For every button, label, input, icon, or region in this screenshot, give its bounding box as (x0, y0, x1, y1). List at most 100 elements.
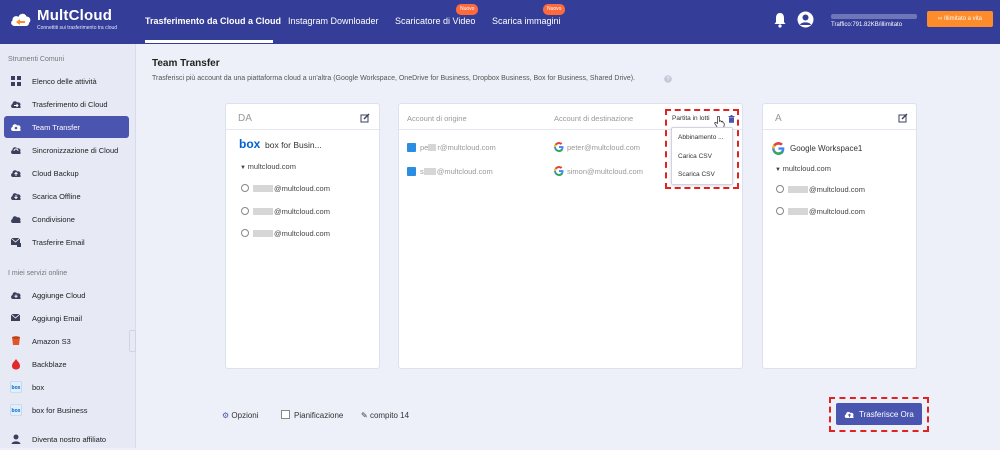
caret-down-icon: ▼ (240, 165, 248, 171)
redacted-text (428, 144, 437, 151)
svg-text:box: box (12, 385, 21, 391)
backblaze-icon (12, 359, 20, 370)
tab-image-downloader[interactable]: Scarica immagini (492, 16, 561, 26)
source-account[interactable]: @multcloud.com (253, 207, 330, 216)
sidebar-item-amazon-s3[interactable]: Amazon S3 (4, 330, 129, 352)
app-name: MultCloud (37, 7, 113, 24)
account-radio[interactable] (241, 184, 249, 192)
redacted-text (423, 168, 436, 175)
help-icon[interactable]: ? (664, 75, 672, 83)
sidebar-item-label: Aggiungi Email (32, 314, 83, 323)
destination-domain[interactable]: ▼ multcloud.com (775, 164, 831, 173)
account-radio[interactable] (241, 229, 249, 237)
account-radio[interactable] (241, 207, 249, 215)
google-icon (554, 142, 564, 152)
affiliate-icon (11, 434, 21, 444)
transfer-now-button[interactable]: Trasferisce Ora (836, 403, 922, 425)
destination-account[interactable]: @multcloud.com (788, 207, 865, 216)
destination-panel: A Google Workspace1 ▼ multcloud.com @mul… (762, 103, 917, 369)
sidebar-item-cloud-backup[interactable]: Cloud Backup (4, 162, 129, 184)
box-logo: box (239, 137, 261, 151)
menu-item-download-csv[interactable]: Scarica CSV (678, 171, 715, 178)
tab-instagram-downloader[interactable]: Instagram Downloader (288, 16, 379, 26)
page-description: Trasferisci più account da una piattafor… (152, 75, 636, 82)
sidebar-item-label: Scarica Offline (32, 192, 81, 201)
sidebar-section-my-services: I miei servizi online (8, 270, 68, 277)
sidebar-item-email-transfer[interactable]: Trasferire Email (4, 231, 129, 253)
traffic-usage-bar (831, 14, 917, 19)
sidebar-item-offline-download[interactable]: Scarica Offline (4, 185, 129, 207)
schedule-label[interactable]: Pianificazione (294, 411, 343, 420)
edit-icon[interactable] (360, 113, 370, 123)
box-business-icon: box (10, 404, 22, 416)
menu-item-matching[interactable]: Abbinamento ... (678, 134, 724, 141)
batch-dropdown-toggle[interactable]: Partita in lotti (672, 115, 710, 122)
source-service-name[interactable]: box for Busin... (265, 140, 322, 150)
email-transfer-icon (10, 237, 21, 247)
trash-icon[interactable] (728, 115, 735, 123)
source-panel: DA box box for Busin... ▼ multcloud.com … (225, 103, 380, 369)
sidebar-item-affiliate[interactable]: Diventa nostro affiliato (4, 428, 129, 450)
edit-icon[interactable] (898, 113, 908, 123)
top-bar: MultCloud Connettiti sui trasferimento t… (0, 0, 1000, 44)
grid-icon (11, 76, 21, 86)
cloud-upload-icon (844, 411, 854, 418)
account-radio[interactable] (776, 185, 784, 193)
upgrade-button[interactable]: ∞ Illimitato a vita (927, 11, 993, 27)
sidebar-item-label: Backblaze (32, 360, 67, 369)
sidebar-section-common-tools: Strumenti Comuni (8, 56, 65, 63)
source-domain-label: multcloud.com (247, 162, 296, 171)
account-radio[interactable] (776, 207, 784, 215)
user-avatar-icon[interactable] (797, 11, 814, 28)
tab-video-downloader[interactable]: Scaricatore di Video (395, 16, 475, 26)
sidebar-item-add-email[interactable]: Aggiungi Email (4, 307, 129, 329)
sidebar-item-label: Amazon S3 (32, 337, 71, 346)
cloud-backup-icon (11, 170, 21, 177)
sidebar-collapse-handle[interactable] (129, 330, 136, 352)
sidebar-item-label: Trasferire Email (32, 238, 85, 247)
column-source-account: Account di origine (407, 114, 467, 123)
google-icon (772, 142, 785, 155)
bell-icon[interactable] (773, 12, 787, 28)
sidebar-item-label: Cloud Backup (32, 169, 79, 178)
box-icon: box (10, 381, 22, 393)
sidebar-item-team-transfer[interactable]: Team Transfer (4, 116, 129, 138)
sidebar-item-box-for-business[interactable]: box box for Business (4, 399, 129, 421)
svg-text:box: box (12, 408, 21, 414)
tab-cloud-to-cloud-transfer[interactable]: Trasferimento da Cloud a Cloud (145, 16, 281, 26)
multcloud-logo-icon (11, 13, 31, 26)
redacted-text (253, 185, 273, 192)
sidebar-item-label: Trasferimento di Cloud (32, 100, 108, 109)
sidebar-item-add-cloud[interactable]: Aggiunge Cloud (4, 284, 129, 306)
schedule-checkbox[interactable] (281, 410, 290, 419)
sidebar-item-label: Diventa nostro affiliato (32, 435, 107, 444)
sidebar-item-cloud-transfer[interactable]: Trasferimento di Cloud (4, 93, 129, 115)
cloud-transfer-icon (11, 101, 21, 108)
sidebar-item-cloud-sync[interactable]: Sincronizzazione di Cloud (4, 139, 129, 161)
source-domain[interactable]: ▼ multcloud.com (240, 162, 296, 171)
source-account[interactable]: @multcloud.com (253, 184, 330, 193)
sidebar-item-sharing[interactable]: Condivisione (4, 208, 129, 230)
sidebar-item-label: Elenco delle attività (32, 77, 97, 86)
sidebar-item-backblaze[interactable]: Backblaze (4, 353, 129, 375)
sidebar-item-label: box (32, 383, 45, 392)
source-account[interactable]: @multcloud.com (253, 229, 330, 238)
menu-item-upload-csv[interactable]: Carica CSV (678, 153, 712, 160)
options-label: Opzioni (231, 411, 259, 420)
page-title: Team Transfer (152, 58, 220, 69)
pencil-icon: ✎ (361, 411, 368, 420)
destination-service-name[interactable]: Google Workspace1 (790, 144, 862, 153)
sidebar-item-box[interactable]: box box (4, 376, 129, 398)
options-button[interactable]: ⚙ Opzioni (222, 411, 259, 420)
task-name[interactable]: ✎ compito 14 (361, 411, 409, 420)
sidebar: Strumenti Comuni Elenco delle attività T… (0, 44, 136, 448)
sidebar-item-label: Sincronizzazione di Cloud (32, 146, 119, 155)
destination-panel-title: A (775, 113, 782, 124)
team-transfer-icon (11, 124, 21, 131)
sidebar-item-task-list[interactable]: Elenco delle attività (4, 70, 129, 92)
mapped-destination-account: peter@multcloud.com (567, 143, 641, 152)
traffic-text: Traffico:791.82KB/illimitato (831, 22, 903, 28)
destination-account[interactable]: @multcloud.com (788, 185, 865, 194)
sidebar-item-label: box for Business (32, 406, 88, 415)
cloud-sync-icon (11, 147, 21, 154)
